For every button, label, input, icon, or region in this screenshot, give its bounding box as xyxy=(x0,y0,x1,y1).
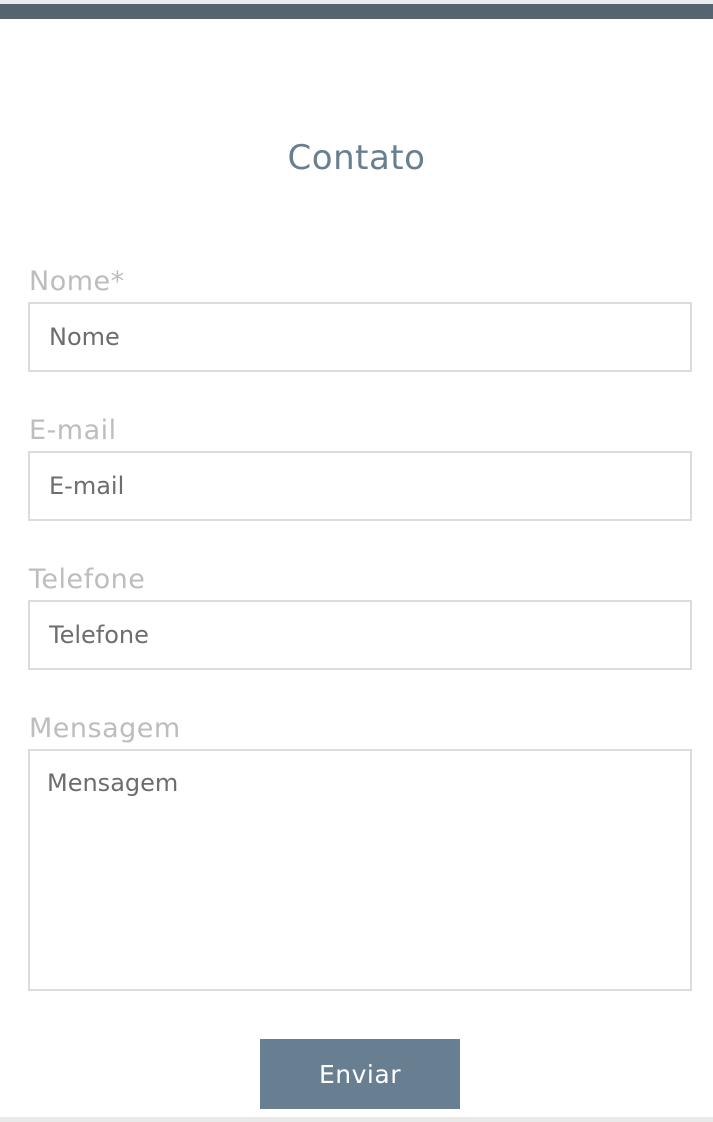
message-textarea[interactable] xyxy=(28,749,692,991)
email-label: E-mail xyxy=(29,415,117,446)
email-input[interactable] xyxy=(28,451,692,521)
page-title: Contato xyxy=(287,138,426,178)
bottom-divider xyxy=(0,1117,713,1122)
name-input[interactable] xyxy=(28,302,692,372)
top-bar-stripe xyxy=(0,4,713,19)
top-bar xyxy=(0,0,713,19)
phone-input[interactable] xyxy=(28,600,692,670)
contact-page: Contato Nome* E-mail Telefone Mensagem E… xyxy=(0,0,713,1122)
message-label: Mensagem xyxy=(29,713,181,744)
name-label: Nome* xyxy=(29,266,125,297)
phone-label: Telefone xyxy=(29,564,146,595)
submit-button[interactable]: Enviar xyxy=(260,1039,460,1109)
